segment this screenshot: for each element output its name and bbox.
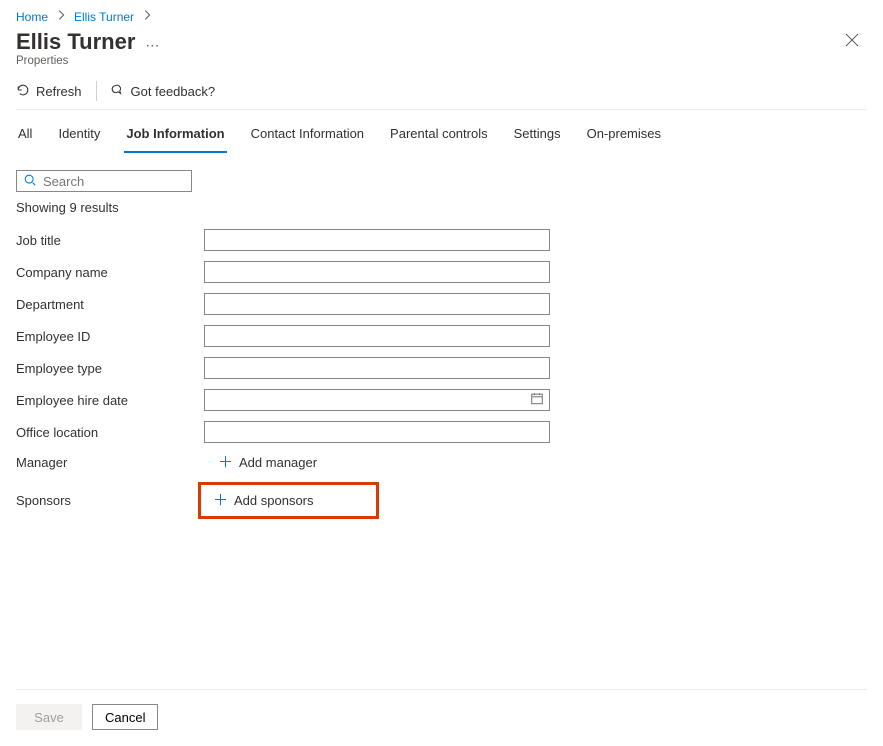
label-hire-date: Employee hire date — [16, 393, 204, 408]
plus-icon: ＋ — [213, 493, 228, 508]
toolbar: Refresh Got feedback? — [16, 81, 867, 110]
label-company-name: Company name — [16, 265, 204, 280]
breadcrumb-entity[interactable]: Ellis Turner — [74, 10, 134, 24]
job-info-form: Job title Company name Department Employ… — [16, 229, 867, 519]
results-count: Showing 9 results — [16, 200, 867, 215]
footer: Save Cancel — [16, 689, 867, 730]
input-department[interactable] — [204, 293, 550, 315]
label-manager: Manager — [16, 455, 204, 470]
add-sponsors-button[interactable]: ＋ Add sponsors — [211, 491, 318, 510]
page-title: Ellis Turner — [16, 29, 135, 55]
page-subtitle: Properties — [16, 55, 159, 67]
add-manager-button[interactable]: ＋ Add manager — [216, 453, 321, 472]
tab-identity[interactable]: Identity — [56, 118, 102, 153]
input-office-location[interactable] — [204, 421, 550, 443]
add-manager-label: Add manager — [239, 455, 317, 470]
search-input[interactable] — [43, 174, 185, 189]
add-sponsors-highlight: ＋ Add sponsors — [198, 482, 379, 519]
breadcrumb: Home Ellis Turner — [16, 8, 867, 25]
input-job-title[interactable] — [204, 229, 550, 251]
feedback-label: Got feedback? — [131, 84, 216, 99]
feedback-icon — [111, 83, 125, 100]
search-icon — [23, 173, 37, 190]
search-box[interactable] — [16, 170, 192, 192]
label-job-title: Job title — [16, 233, 204, 248]
label-department: Department — [16, 297, 204, 312]
tab-settings[interactable]: Settings — [512, 118, 563, 153]
chevron-right-icon — [140, 8, 154, 25]
refresh-button[interactable]: Refresh — [16, 83, 82, 100]
more-menu-icon[interactable]: ⋯ — [145, 31, 159, 54]
plus-icon: ＋ — [218, 455, 233, 470]
input-employee-type[interactable] — [204, 357, 550, 379]
tab-contact-information[interactable]: Contact Information — [249, 118, 366, 153]
tab-all[interactable]: All — [16, 118, 34, 153]
refresh-label: Refresh — [36, 84, 82, 99]
tab-job-information[interactable]: Job Information — [124, 118, 226, 153]
toolbar-divider — [96, 81, 97, 101]
refresh-icon — [16, 83, 30, 100]
save-button: Save — [16, 704, 82, 730]
tab-on-premises[interactable]: On-premises — [585, 118, 663, 153]
breadcrumb-home[interactable]: Home — [16, 10, 48, 24]
label-office-location: Office location — [16, 425, 204, 440]
add-sponsors-label: Add sponsors — [234, 493, 314, 508]
cancel-button[interactable]: Cancel — [92, 704, 158, 730]
label-employee-id: Employee ID — [16, 329, 204, 344]
input-company-name[interactable] — [204, 261, 550, 283]
label-sponsors: Sponsors — [16, 493, 204, 508]
feedback-button[interactable]: Got feedback? — [111, 83, 216, 100]
tab-parental-controls[interactable]: Parental controls — [388, 118, 490, 153]
chevron-right-icon — [54, 8, 68, 25]
tabs: All Identity Job Information Contact Inf… — [16, 118, 867, 154]
close-icon[interactable] — [837, 29, 867, 55]
calendar-icon[interactable] — [530, 392, 544, 409]
input-hire-date[interactable] — [204, 389, 550, 411]
input-employee-id[interactable] — [204, 325, 550, 347]
label-employee-type: Employee type — [16, 361, 204, 376]
